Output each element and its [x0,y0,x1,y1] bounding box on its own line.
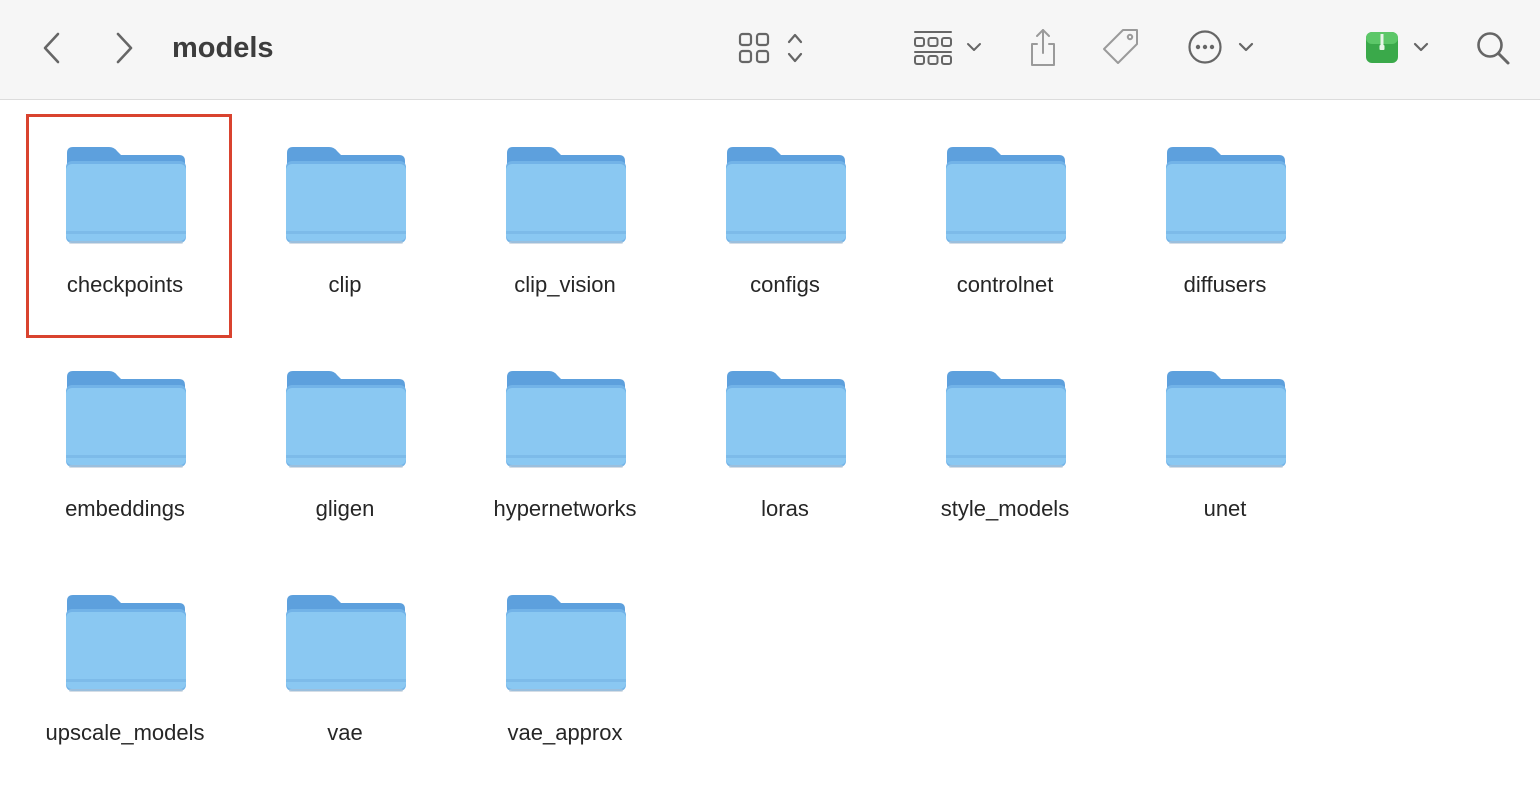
folder-item-loras[interactable]: loras [675,327,895,551]
finder-window: models checkpoints clip clip_vision conf… [0,0,1540,802]
folder-item-hypernetworks[interactable]: hypernetworks [455,327,675,551]
folder-label: unet [1203,496,1247,521]
finder-toolbar: models [0,0,1540,100]
chevron-left-icon [43,32,60,64]
folder-label: loras [761,496,809,521]
chevron-right-icon [116,32,133,64]
folder-icon [945,367,1067,471]
more-actions-button[interactable] [1184,26,1260,68]
magnifying-glass-icon [1477,32,1510,65]
folder-label: clip [328,272,362,297]
folder-item-vae[interactable]: vae [235,551,455,775]
folder-label: embeddings [65,496,185,521]
folder-icon [505,143,627,247]
folder-icon [1165,143,1287,247]
folder-label: checkpoints [66,272,184,297]
tag-button[interactable] [1098,24,1144,70]
folder-item-checkpoints[interactable]: checkpoints [15,103,235,327]
folder-item-clip-vision[interactable]: clip_vision [455,103,675,327]
folder-icon [945,143,1067,247]
folder-label: hypernetworks [493,496,637,521]
group-by-icon [914,31,981,65]
folder-icon [65,367,187,471]
folder-item-upscale-models[interactable]: upscale_models [15,551,235,775]
folder-icon [505,367,627,471]
folder-grid: checkpoints clip clip_vision configs con… [15,103,1345,775]
view-mode-button[interactable] [734,28,814,68]
tag-icon [1103,29,1138,64]
folder-item-clip[interactable]: clip [235,103,455,327]
folder-label: diffusers [1183,272,1267,297]
window-title: models [172,32,274,64]
folder-item-gligen[interactable]: gligen [235,327,455,551]
folder-icon [725,143,847,247]
folder-label: gligen [315,496,375,521]
icon-grid-view-icon [738,32,803,64]
folder-item-controlnet[interactable]: controlnet [895,103,1115,327]
share-button[interactable] [1022,24,1064,70]
folder-icon [285,591,407,695]
folder-item-configs[interactable]: configs [675,103,895,327]
folder-label: vae [327,720,363,745]
folder-item-style-models[interactable]: style_models [895,327,1115,551]
folder-item-vae-approx[interactable]: vae_approx [455,551,675,775]
folder-item-embeddings[interactable]: embeddings [15,327,235,551]
folder-item-diffusers[interactable]: diffusers [1115,103,1335,327]
folder-icon [1165,367,1287,471]
folder-label: configs [750,272,820,297]
folder-icon [65,143,187,247]
extension-button[interactable] [1362,26,1434,68]
folder-icon [285,143,407,247]
folder-icon [285,367,407,471]
share-icon [1031,29,1055,66]
back-button[interactable] [34,28,70,68]
folder-label: controlnet [956,272,1054,297]
folder-item-unet[interactable]: unet [1115,327,1335,551]
folder-icon [65,591,187,695]
folder-icon [725,367,847,471]
ellipsis-circle-icon [1188,30,1254,64]
archive-app-icon [1366,32,1429,63]
search-button[interactable] [1470,26,1516,70]
folder-label: style_models [940,496,1070,521]
folder-label: vae_approx [507,720,623,745]
folder-label: clip_vision [514,272,616,297]
forward-button[interactable] [106,28,142,68]
folder-icon [505,591,627,695]
group-by-button[interactable] [908,28,988,68]
folder-label: upscale_models [45,720,205,745]
